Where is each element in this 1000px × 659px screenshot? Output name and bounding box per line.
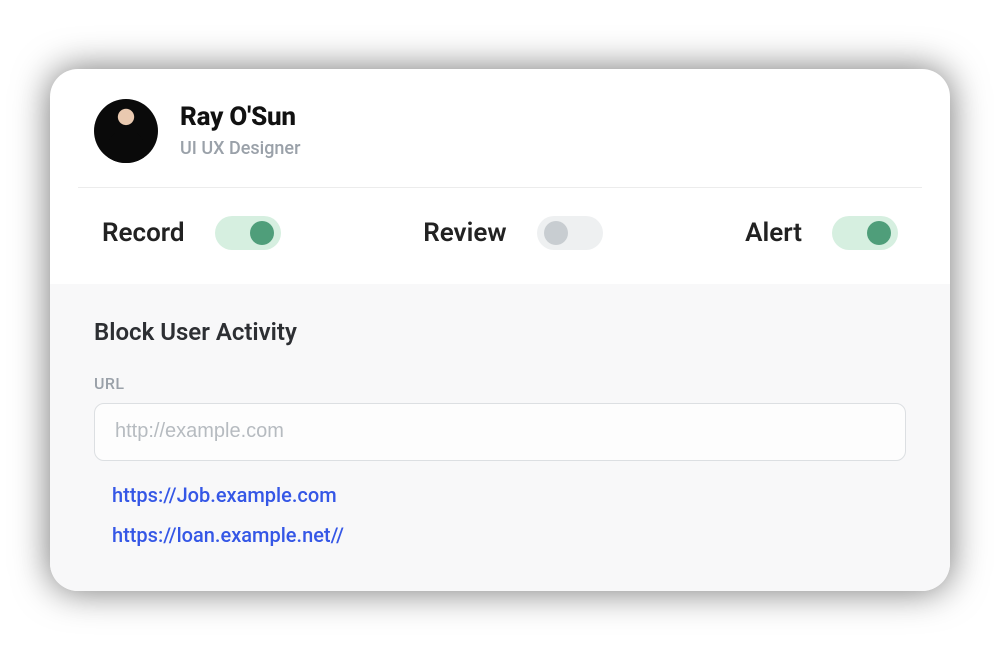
toggle-knob <box>867 221 891 245</box>
review-label: Review <box>423 218 506 248</box>
blocked-url-link[interactable]: https://loan.example.net// <box>112 523 344 547</box>
url-field-label: URL <box>94 374 906 393</box>
user-role: UI UX Designer <box>180 138 300 159</box>
block-user-activity-section: Block User Activity URL https://Job.exam… <box>50 284 950 591</box>
toggle-knob <box>544 221 568 245</box>
blocked-url-list: https://Job.example.com https://loan.exa… <box>94 483 906 547</box>
alert-toggle[interactable] <box>832 216 898 250</box>
review-toggle[interactable] <box>537 216 603 250</box>
toggle-row: Record Review Alert <box>50 188 950 284</box>
record-toggle[interactable] <box>215 216 281 250</box>
avatar <box>94 99 158 163</box>
toggle-group-record: Record <box>102 216 281 250</box>
user-card: Ray O'Sun UI UX Designer Record Review A… <box>50 69 950 591</box>
toggle-group-review: Review <box>423 216 602 250</box>
blocked-url-link[interactable]: https://Job.example.com <box>112 483 337 507</box>
record-label: Record <box>102 218 185 248</box>
toggle-knob <box>250 221 274 245</box>
profile-header: Ray O'Sun UI UX Designer <box>50 69 950 187</box>
url-input[interactable] <box>94 403 906 461</box>
section-title: Block User Activity <box>94 318 906 346</box>
profile-text: Ray O'Sun UI UX Designer <box>180 102 300 159</box>
toggle-group-alert: Alert <box>745 216 898 250</box>
alert-label: Alert <box>745 218 802 248</box>
user-name: Ray O'Sun <box>180 102 300 132</box>
